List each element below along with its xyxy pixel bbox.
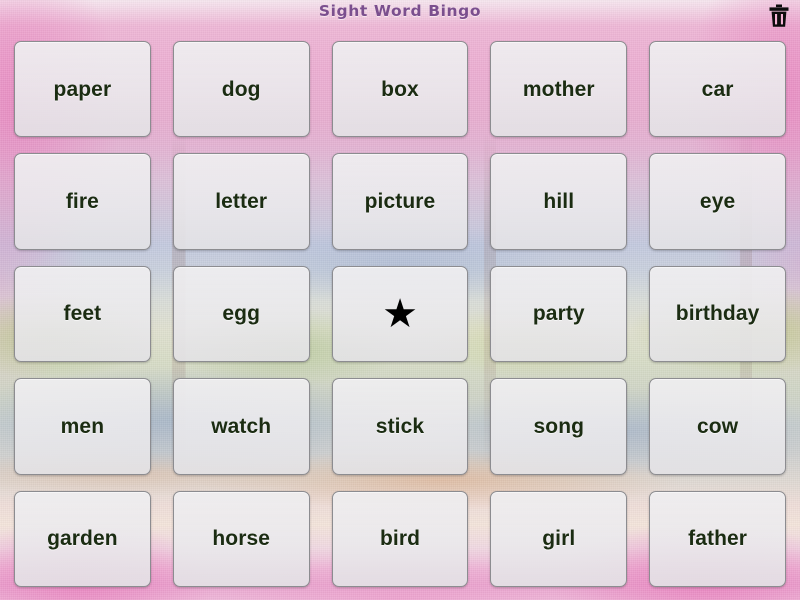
bingo-cell-label: car [701,77,734,101]
app-header: Sight Word Bingo [0,0,800,34]
bingo-cell-label: father [688,527,748,551]
bingo-cell-label: birthday [675,302,760,326]
bingo-cell-label: hill [543,190,575,214]
bingo-cell-label: cow [697,414,739,438]
bingo-cell-free-space[interactable]: ★ [331,265,469,363]
bingo-cell-label: girl [542,527,576,551]
bingo-cell[interactable]: picture [331,153,469,250]
bingo-cell-label: eye [699,190,736,214]
bingo-cell[interactable]: paper [14,41,151,138]
bingo-cell[interactable]: car [649,41,786,138]
trash-icon [768,4,790,28]
bingo-cell[interactable]: letter [172,153,310,250]
bingo-cell[interactable]: egg [172,265,310,363]
bingo-cell[interactable]: watch [172,378,310,475]
bingo-cell-label: egg [222,302,261,326]
bingo-cell-label: watch [211,414,272,438]
bingo-cell[interactable]: garden [14,490,151,587]
bingo-cell[interactable]: father [649,490,786,587]
bingo-cell[interactable]: feet [14,265,151,363]
bingo-app: Sight Word Bingo paper dog box mother car fir… [0,0,800,600]
bingo-cell[interactable]: fire [14,153,151,250]
bingo-cell[interactable]: girl [490,490,628,587]
bingo-cell-label: song [533,414,585,438]
bingo-cell-label: box [381,77,419,101]
bingo-cell-label: letter [215,190,268,214]
bingo-cell-label: feet [63,302,102,326]
bingo-cell-label: dog [221,77,261,101]
bingo-cell[interactable]: song [490,378,628,475]
bingo-cell-label: bird [379,527,421,551]
page-title: Sight Word Bingo [318,2,482,20]
bingo-cell[interactable]: bird [331,490,469,587]
bingo-cell-label: garden [47,527,118,551]
bingo-cell[interactable]: mother [490,41,628,138]
bingo-cell-label: paper [53,77,112,101]
star-icon: ★ [382,291,418,336]
bingo-cell-label: stick [375,414,425,438]
bingo-cell-label: mother [522,77,595,101]
bingo-cell-label: horse [212,527,271,551]
bingo-cell[interactable]: box [331,41,469,138]
bingo-cell-label: picture [364,190,436,214]
bingo-cell[interactable]: dog [172,41,310,138]
bingo-cell-label: fire [65,190,99,214]
bingo-cell[interactable]: horse [172,490,310,587]
bingo-cell[interactable]: party [490,265,628,363]
bingo-cell[interactable]: eye [649,153,786,250]
bingo-cell[interactable]: hill [490,153,628,250]
bingo-cell[interactable]: birthday [649,265,786,363]
bingo-cell[interactable]: men [14,378,151,475]
clear-board-button[interactable] [766,2,792,29]
bingo-cell[interactable]: cow [649,378,786,475]
bingo-cell-label: men [60,414,105,438]
bingo-cell[interactable]: stick [331,378,469,475]
bingo-grid: paper dog box mother car fire letter picture hil… [14,41,786,587]
bingo-cell-label: party [532,302,585,326]
